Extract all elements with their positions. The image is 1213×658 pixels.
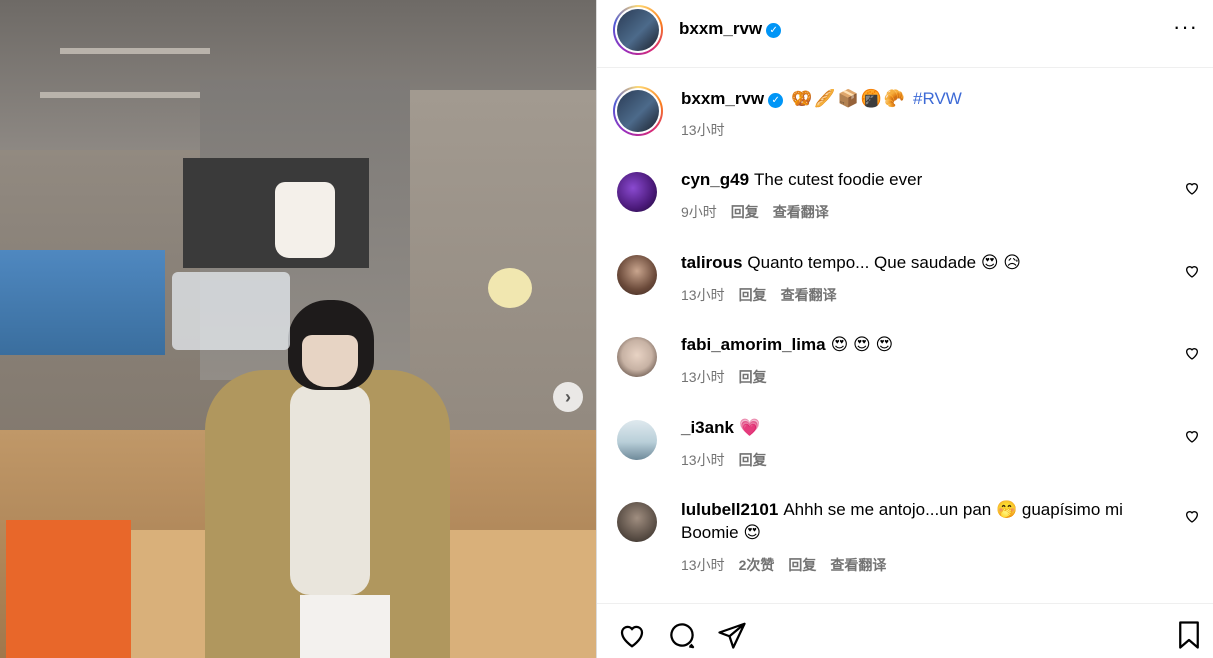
verified-icon: ✓ bbox=[768, 93, 784, 108]
comment-username[interactable]: fabi_amorim_lima bbox=[681, 335, 826, 354]
avatar[interactable] bbox=[617, 255, 657, 295]
comment-text: 😍 😍 😍 bbox=[830, 335, 894, 354]
comment-body: _i3ank 💗 bbox=[681, 416, 1161, 439]
avatar[interactable] bbox=[613, 86, 663, 136]
avatar[interactable] bbox=[617, 420, 657, 460]
avatar[interactable] bbox=[617, 502, 657, 542]
heart-icon[interactable] bbox=[1184, 508, 1200, 524]
likes-count[interactable]: 2次赞 bbox=[739, 557, 775, 573]
paper-bag bbox=[300, 595, 390, 658]
comment-meta: 13小时 回复 bbox=[681, 367, 781, 387]
comment-text: Quanto tempo... Que saudade 😍 😥 bbox=[747, 253, 1022, 272]
caption: bxxm_rvw ✓ 🥨🥖📦🍘🥐 #RVW 13小时 bbox=[597, 82, 1213, 152]
comment-item: cyn_g49 The cutest foodie ever 9小时 回复 查看翻译 bbox=[597, 168, 1213, 228]
chevron-right-icon[interactable]: › bbox=[553, 382, 583, 412]
comment-time: 13小时 bbox=[681, 452, 725, 468]
plastic-bag bbox=[172, 272, 290, 350]
comment-username[interactable]: cyn_g49 bbox=[681, 170, 749, 189]
comment-text: The cutest foodie ever bbox=[754, 170, 923, 189]
comment-body: lulubell2101 Ahhh se me antojo...un pan 🤭… bbox=[681, 498, 1161, 544]
reply-button[interactable]: 回复 bbox=[739, 369, 767, 385]
comment-body: fabi_amorim_lima 😍 😍 😍 bbox=[681, 333, 1161, 356]
comment-item: _i3ank 💗 13小时 回复 bbox=[597, 416, 1213, 476]
bookmark-icon[interactable] bbox=[1174, 620, 1204, 650]
action-bar bbox=[597, 603, 1213, 658]
post-image[interactable]: › bbox=[0, 0, 596, 658]
verified-icon: ✓ bbox=[766, 23, 782, 38]
post-header: bxxm_rvw ✓ ··· bbox=[597, 0, 1213, 68]
post-sidebar: bxxm_rvw ✓ ··· bxxm_rvw ✓ 🥨🥖📦🍘🥐 #RVW 13小时 cy… bbox=[596, 0, 1213, 658]
reply-button[interactable]: 回复 bbox=[739, 287, 767, 303]
translate-button[interactable]: 查看翻译 bbox=[781, 287, 837, 303]
mascot-logo bbox=[275, 182, 335, 258]
comment-time: 13小时 bbox=[681, 287, 725, 303]
avatar[interactable] bbox=[617, 172, 657, 212]
comment-item: lulubell2101 Ahhh se me antojo...un pan 🤭… bbox=[597, 498, 1213, 578]
comment-meta: 13小时 2次赞 回复 查看翻译 bbox=[681, 555, 900, 575]
comment-username[interactable]: talirous bbox=[681, 253, 742, 272]
avatar[interactable] bbox=[617, 337, 657, 377]
caption-username[interactable]: bxxm_rvw bbox=[681, 89, 764, 108]
comment-body: talirous Quanto tempo... Que saudade 😍 😥 bbox=[681, 251, 1161, 274]
share-icon[interactable] bbox=[717, 620, 747, 650]
comment-meta: 13小时 回复 bbox=[681, 450, 781, 470]
translate-button[interactable]: 查看翻译 bbox=[830, 557, 886, 573]
caption-line: bxxm_rvw ✓ 🥨🥖📦🍘🥐 #RVW bbox=[681, 89, 962, 109]
heart-icon[interactable] bbox=[1184, 180, 1200, 196]
window bbox=[0, 250, 165, 355]
hashtag-link[interactable]: #RVW bbox=[913, 89, 962, 108]
person-shirt bbox=[290, 385, 370, 595]
comment-username[interactable]: lulubell2101 bbox=[681, 500, 778, 519]
reply-button[interactable]: 回复 bbox=[739, 452, 767, 468]
comment-text: 💗 bbox=[738, 418, 761, 437]
reply-button[interactable]: 回复 bbox=[731, 204, 759, 220]
comment-meta: 9小时 回复 查看翻译 bbox=[681, 202, 843, 222]
more-options-icon[interactable]: ··· bbox=[1173, 14, 1198, 40]
comment-icon[interactable] bbox=[667, 620, 697, 650]
heart-icon[interactable] bbox=[1184, 428, 1200, 444]
avatar[interactable] bbox=[613, 5, 663, 55]
comment-username[interactable]: _i3ank bbox=[681, 418, 734, 437]
comment-time: 13小时 bbox=[681, 557, 725, 573]
heart-icon[interactable] bbox=[1184, 345, 1200, 361]
comment-time: 13小时 bbox=[681, 369, 725, 385]
caption-time: 13小时 bbox=[681, 122, 725, 138]
comment-item: talirous Quanto tempo... Que saudade 😍 😥 … bbox=[597, 251, 1213, 311]
orange-stand bbox=[6, 520, 131, 658]
comment-body: cyn_g49 The cutest foodie ever bbox=[681, 168, 1161, 191]
heart-icon[interactable] bbox=[1184, 263, 1200, 279]
reply-button[interactable]: 回复 bbox=[788, 557, 816, 573]
translate-button[interactable]: 查看翻译 bbox=[773, 204, 829, 220]
comment-item: fabi_amorim_lima 😍 😍 😍 13小时 回复 bbox=[597, 333, 1213, 393]
ceiling-beam bbox=[60, 48, 210, 54]
comment-time: 9小时 bbox=[681, 204, 717, 220]
ceiling-beam bbox=[40, 92, 200, 98]
heart-icon[interactable] bbox=[617, 620, 647, 650]
caption-emojis: 🥨🥖📦🍘🥐 bbox=[791, 89, 908, 108]
comment-meta: 13小时 回复 查看翻译 bbox=[681, 285, 851, 305]
header-username[interactable]: bxxm_rvw ✓ bbox=[679, 19, 782, 39]
pendant-lamp bbox=[488, 268, 532, 308]
person-face bbox=[302, 335, 358, 387]
